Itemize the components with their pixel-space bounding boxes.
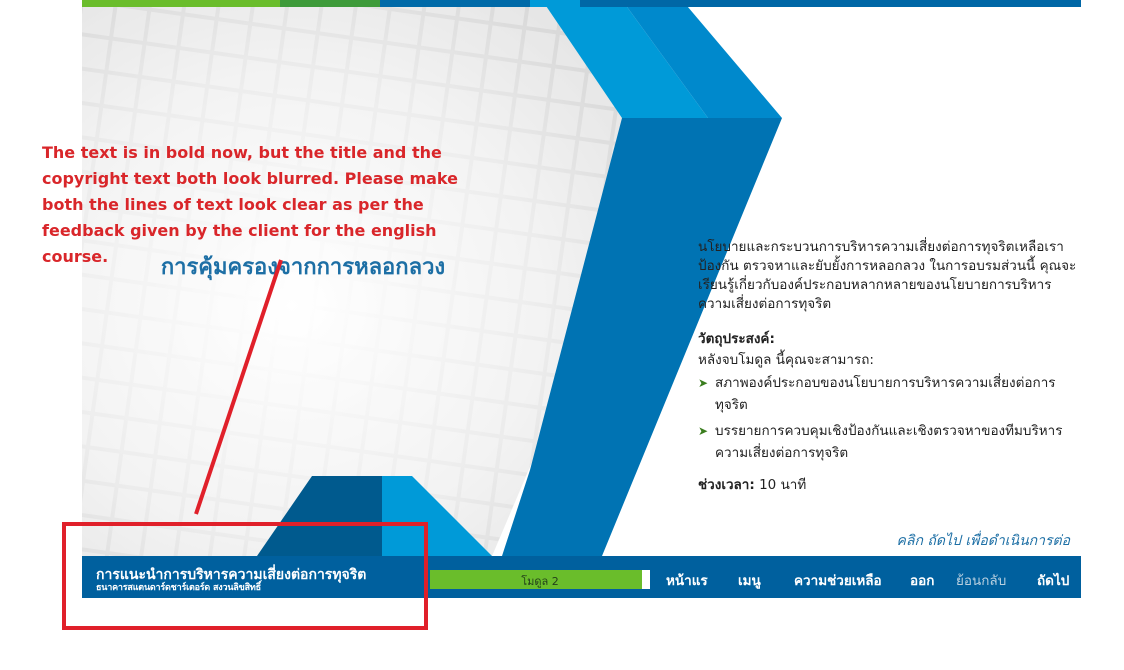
objectives-heading: วัตถุประสงค์:: [698, 331, 775, 347]
module-progress-bar: โมดูล 2: [430, 570, 650, 589]
click-next-prompt: คลิก ถัดไป เพื่อดำเนินการต่อ: [896, 533, 1070, 549]
duration: ช่วงเวลา: 10 นาที: [698, 476, 1078, 495]
top-color-bar: [82, 0, 1081, 7]
menu-button[interactable]: เมนู: [738, 569, 761, 591]
duration-label: ช่วงเวลา:: [698, 477, 755, 493]
review-annotation-text: The text is in bold now, but the title a…: [42, 143, 458, 266]
course-description: นโยบายและกระบวนการบริหารความเสี่ยงต่อการ…: [698, 238, 1078, 509]
module-label: โมดูล 2: [521, 575, 559, 588]
objectives-list: ➤ สภาพองค์ประกอบของนโยบายการบริหารความเส…: [698, 372, 1078, 464]
duration-value: 10 นาที: [759, 477, 807, 493]
home-button[interactable]: หน้าแร: [666, 569, 708, 591]
annotation-highlight-box: [62, 522, 428, 630]
help-button[interactable]: ความช่วยเหลือ: [794, 569, 882, 591]
intro-paragraph: นโยบายและกระบวนการบริหารความเสี่ยงต่อการ…: [698, 239, 1077, 312]
objective-item: ➤ บรรยายการควบคุมเชิงป้องกันและเชิงตรวจห…: [698, 420, 1078, 464]
arrow-bullet-icon: ➤: [698, 424, 709, 438]
module-bar-end: [642, 570, 650, 589]
objective-item: ➤ สภาพองค์ประกอบของนโยบายการบริหารความเส…: [698, 372, 1078, 416]
exit-button[interactable]: ออก: [910, 569, 934, 591]
objectives-lead: หลังจบโมดูล นี้คุณจะสามารถ:: [698, 352, 874, 368]
next-button[interactable]: ถัดไป: [1037, 569, 1069, 591]
arrow-bullet-icon: ➤: [698, 376, 709, 390]
back-button[interactable]: ย้อนกลับ: [956, 569, 1006, 591]
course-title: การคุ้มครองจากการหลอกลวง: [160, 255, 446, 280]
